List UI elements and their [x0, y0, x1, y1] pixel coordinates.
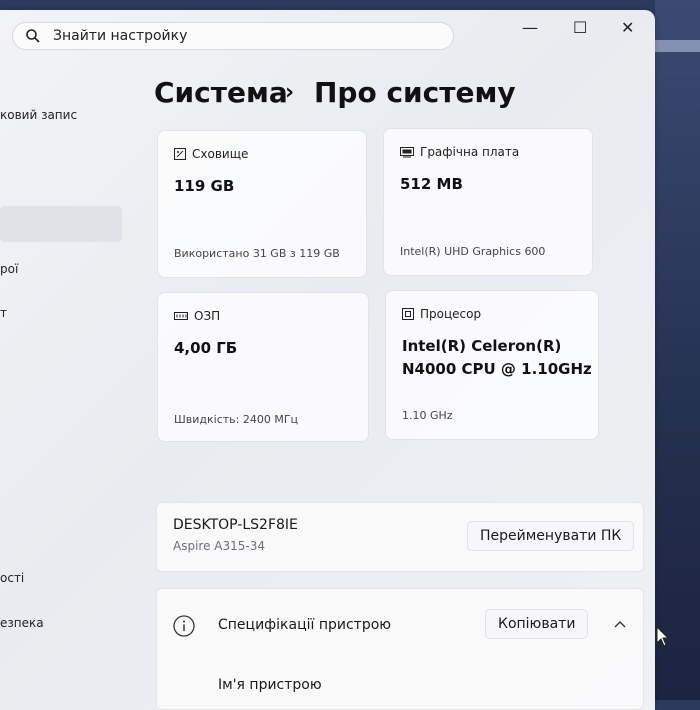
search-icon [26, 29, 40, 43]
sidebar-item-selected[interactable] [0, 206, 122, 242]
page-title: Про систему [314, 76, 516, 109]
minimize-button[interactable]: — [522, 18, 538, 37]
background-highlight [655, 40, 700, 52]
cpu-model-line2: N4000 CPU @ 1.10GHz [402, 360, 592, 378]
breadcrumb-section[interactable]: Система [154, 76, 288, 109]
storage-title: Сховище [192, 147, 249, 161]
cpu-title: Процесор [420, 307, 482, 321]
cpu-model-line1: Intel(R) Celeron(R) [402, 337, 562, 355]
gpu-value: 512 MB [400, 175, 463, 193]
sidebar-item-accounts[interactable]: ковий запис [0, 108, 77, 122]
rename-pc-button[interactable]: Перейменувати ПК [467, 521, 635, 551]
cpu-detail: 1.10 GHz [402, 409, 453, 422]
device-specs-label[interactable]: Специфікації пристрою [218, 617, 391, 633]
cpu-card[interactable]: Процесор Intel(R) Celeron(R) N4000 CPU @… [385, 290, 599, 440]
gpu-card[interactable]: Графічна плата 512 MB Intel(R) UHD Graph… [383, 128, 593, 276]
copy-button[interactable]: Копіювати [485, 609, 589, 639]
device-name-panel: DESKTOP-LS2F8IE Aspire A315-34 Переймену… [156, 502, 644, 572]
search-box[interactable]: Знайти настройку [12, 22, 454, 50]
ram-detail: Швидкість: 2400 МГц [174, 413, 299, 426]
sidebar-item-internet[interactable]: т [0, 306, 7, 320]
storage-card[interactable]: Сховище 119 GB Використано 31 GB з 119 G… [157, 130, 367, 278]
storage-detail: Використано 31 GB з 119 GB [174, 247, 340, 260]
search-input[interactable]: Знайти настройку [53, 28, 187, 44]
settings-window: Знайти настройку — ☐ ✕ ковий запис рої т… [0, 10, 670, 710]
ram-icon [174, 312, 188, 320]
desktop-background [655, 0, 700, 700]
storage-value: 119 GB [174, 177, 235, 195]
ram-value: 4,00 ГБ [174, 339, 238, 357]
sidebar-item-devices[interactable]: рої [0, 262, 18, 276]
gpu-title: Графічна плата [420, 145, 520, 159]
storage-icon [174, 148, 186, 160]
sidebar-item-security[interactable]: езпека [0, 616, 44, 630]
chevron-up-icon[interactable] [613, 619, 627, 629]
maximize-button[interactable]: ☐ [573, 18, 587, 37]
gpu-detail: Intel(R) UHD Graphics 600 [400, 245, 546, 258]
mouse-cursor-icon [656, 626, 670, 647]
device-name-row-label: Ім'я пристрою [218, 677, 322, 693]
device-name: DESKTOP-LS2F8IE [173, 517, 298, 533]
cpu-icon [402, 308, 414, 320]
device-model: Aspire A315-34 [173, 539, 265, 553]
ram-title: ОЗП [194, 309, 221, 323]
info-icon [173, 615, 195, 637]
breadcrumb-chevron-icon: › [285, 80, 295, 105]
sidebar-item-accessibility[interactable]: ості [0, 571, 24, 585]
close-button[interactable]: ✕ [621, 18, 634, 37]
device-specs-panel: Специфікації пристрою Копіювати Ім'я при… [156, 588, 644, 710]
ram-card[interactable]: ОЗП 4,00 ГБ Швидкість: 2400 МГц [157, 292, 369, 442]
gpu-icon [400, 147, 414, 158]
